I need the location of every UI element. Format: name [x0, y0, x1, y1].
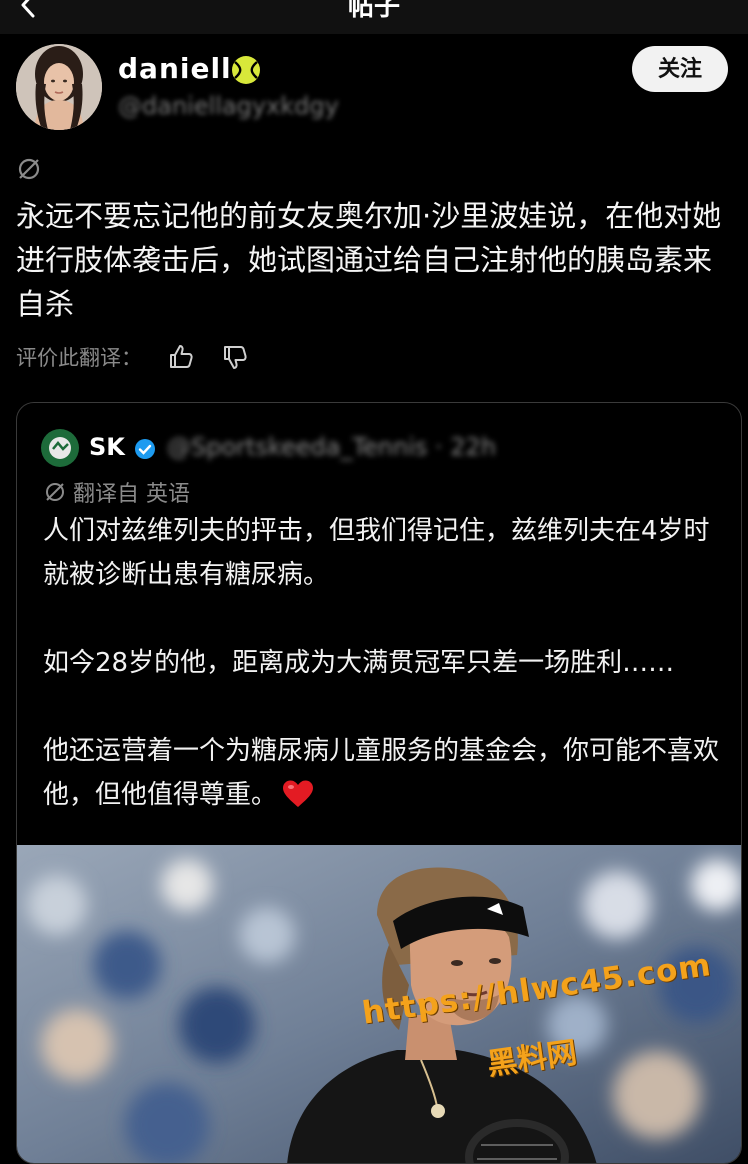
- translate-icon: [16, 156, 42, 182]
- thumbs-up-icon[interactable]: [166, 342, 196, 372]
- author-avatar[interactable]: [16, 44, 102, 130]
- quoted-author-name[interactable]: SK: [89, 433, 125, 461]
- follow-button[interactable]: 关注: [632, 46, 728, 92]
- rate-translation-label: 评价此翻译：: [16, 346, 142, 370]
- rate-translation-row: 评价此翻译：: [16, 340, 250, 374]
- sportskeeda-logo-icon: [41, 429, 79, 467]
- top-nav-bar: 帖子: [0, 0, 748, 34]
- quoted-post-text: 人们对兹维列夫的抨击，但我们得记住，兹维列夫在4岁时就被诊断出患有糖尿病。 如今…: [43, 509, 723, 817]
- page-title: 帖子: [347, 0, 400, 22]
- tennis-ball-icon: [230, 54, 262, 86]
- verified-badge-icon: [133, 437, 157, 461]
- quoted-paragraph-1: 人们对兹维列夫的抨击，但我们得记住，兹维列夫在4岁时就被诊断出患有糖尿病。: [43, 516, 710, 590]
- quoted-paragraph-3: 他还运营着一个为糖尿病儿童服务的基金会，你可能不喜欢他，但他值得尊重。: [43, 729, 723, 817]
- post-text: 永远不要忘记他的前女友奥尔加·沙里波娃说，在他对她进行肢体袭击后，她试图通过给自…: [16, 199, 722, 321]
- translate-icon: [46, 483, 64, 501]
- quoted-paragraph-2: 如今28岁的他，距离成为大满贯冠军只差一场胜利……: [43, 648, 675, 678]
- translated-from-label: 翻译自 英语: [73, 482, 190, 507]
- red-heart-icon: [281, 779, 315, 809]
- quoted-paragraph-3-text: 他还运营着一个为糖尿病儿童服务的基金会，你可能不喜欢他，但他值得尊重。: [43, 736, 720, 810]
- quoted-author-handle: @Sportskeeda_Tennis · 22h: [167, 433, 497, 461]
- thumbs-down-icon[interactable]: [220, 342, 250, 372]
- author-handle: @daniellagyxkdgy: [118, 92, 339, 120]
- quoted-post-card[interactable]: SK @Sportskeeda_Tennis · 22h 翻译自 英语 人们对兹…: [16, 402, 742, 1164]
- avatar-image: [16, 44, 102, 130]
- translated-from-row[interactable]: 翻译自 英语: [43, 475, 190, 509]
- quoted-avatar[interactable]: [41, 429, 79, 467]
